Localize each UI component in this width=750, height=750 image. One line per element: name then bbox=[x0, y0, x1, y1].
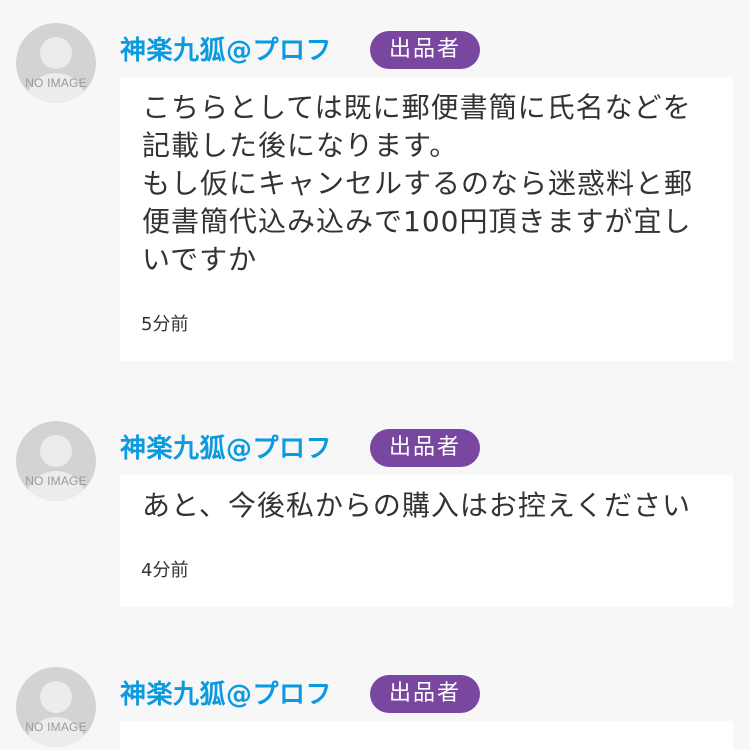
message-text: こちらとしては既に郵便書簡に氏名などを 記載した後になります。 もし仮にキャンセ… bbox=[142, 91, 694, 276]
avatar-placeholder-text: NO IMAGE bbox=[25, 474, 87, 488]
message-bubble bbox=[120, 721, 733, 750]
seller-badge: 出品者 bbox=[370, 429, 480, 467]
avatar-placeholder-text: NO IMAGE bbox=[25, 720, 87, 734]
username-link[interactable]: 神楽九狐@プロフ bbox=[120, 428, 332, 465]
user-avatar[interactable]: NO IMAGE bbox=[16, 667, 96, 747]
username-link[interactable]: 神楽九狐@プロフ bbox=[120, 30, 332, 67]
comment-feed: NO IMAGE 神楽九狐@プロフ 出品者 こちらとしては既に郵便書簡に氏名など… bbox=[0, 0, 750, 750]
timestamp: 4分前 bbox=[141, 560, 189, 581]
avatar-placeholder-text: NO IMAGE bbox=[25, 76, 87, 90]
timestamp: 5分前 bbox=[141, 314, 189, 335]
message-bubble: こちらとしては既に郵便書簡に氏名などを 記載した後になります。 もし仮にキャンセ… bbox=[120, 77, 733, 361]
seller-badge: 出品者 bbox=[370, 675, 480, 713]
username-link[interactable]: 神楽九狐@プロフ bbox=[120, 674, 332, 711]
user-avatar[interactable]: NO IMAGE bbox=[16, 23, 96, 103]
avatar-placeholder-head bbox=[40, 681, 72, 713]
user-avatar[interactable]: NO IMAGE bbox=[16, 421, 96, 501]
avatar-placeholder-head bbox=[40, 435, 72, 467]
avatar-placeholder-head bbox=[40, 37, 72, 69]
message-bubble: あと、今後私からの購入はお控えください 4分前 bbox=[120, 475, 733, 607]
seller-badge: 出品者 bbox=[370, 31, 480, 69]
message-text: あと、今後私からの購入はお控えください bbox=[142, 489, 692, 522]
